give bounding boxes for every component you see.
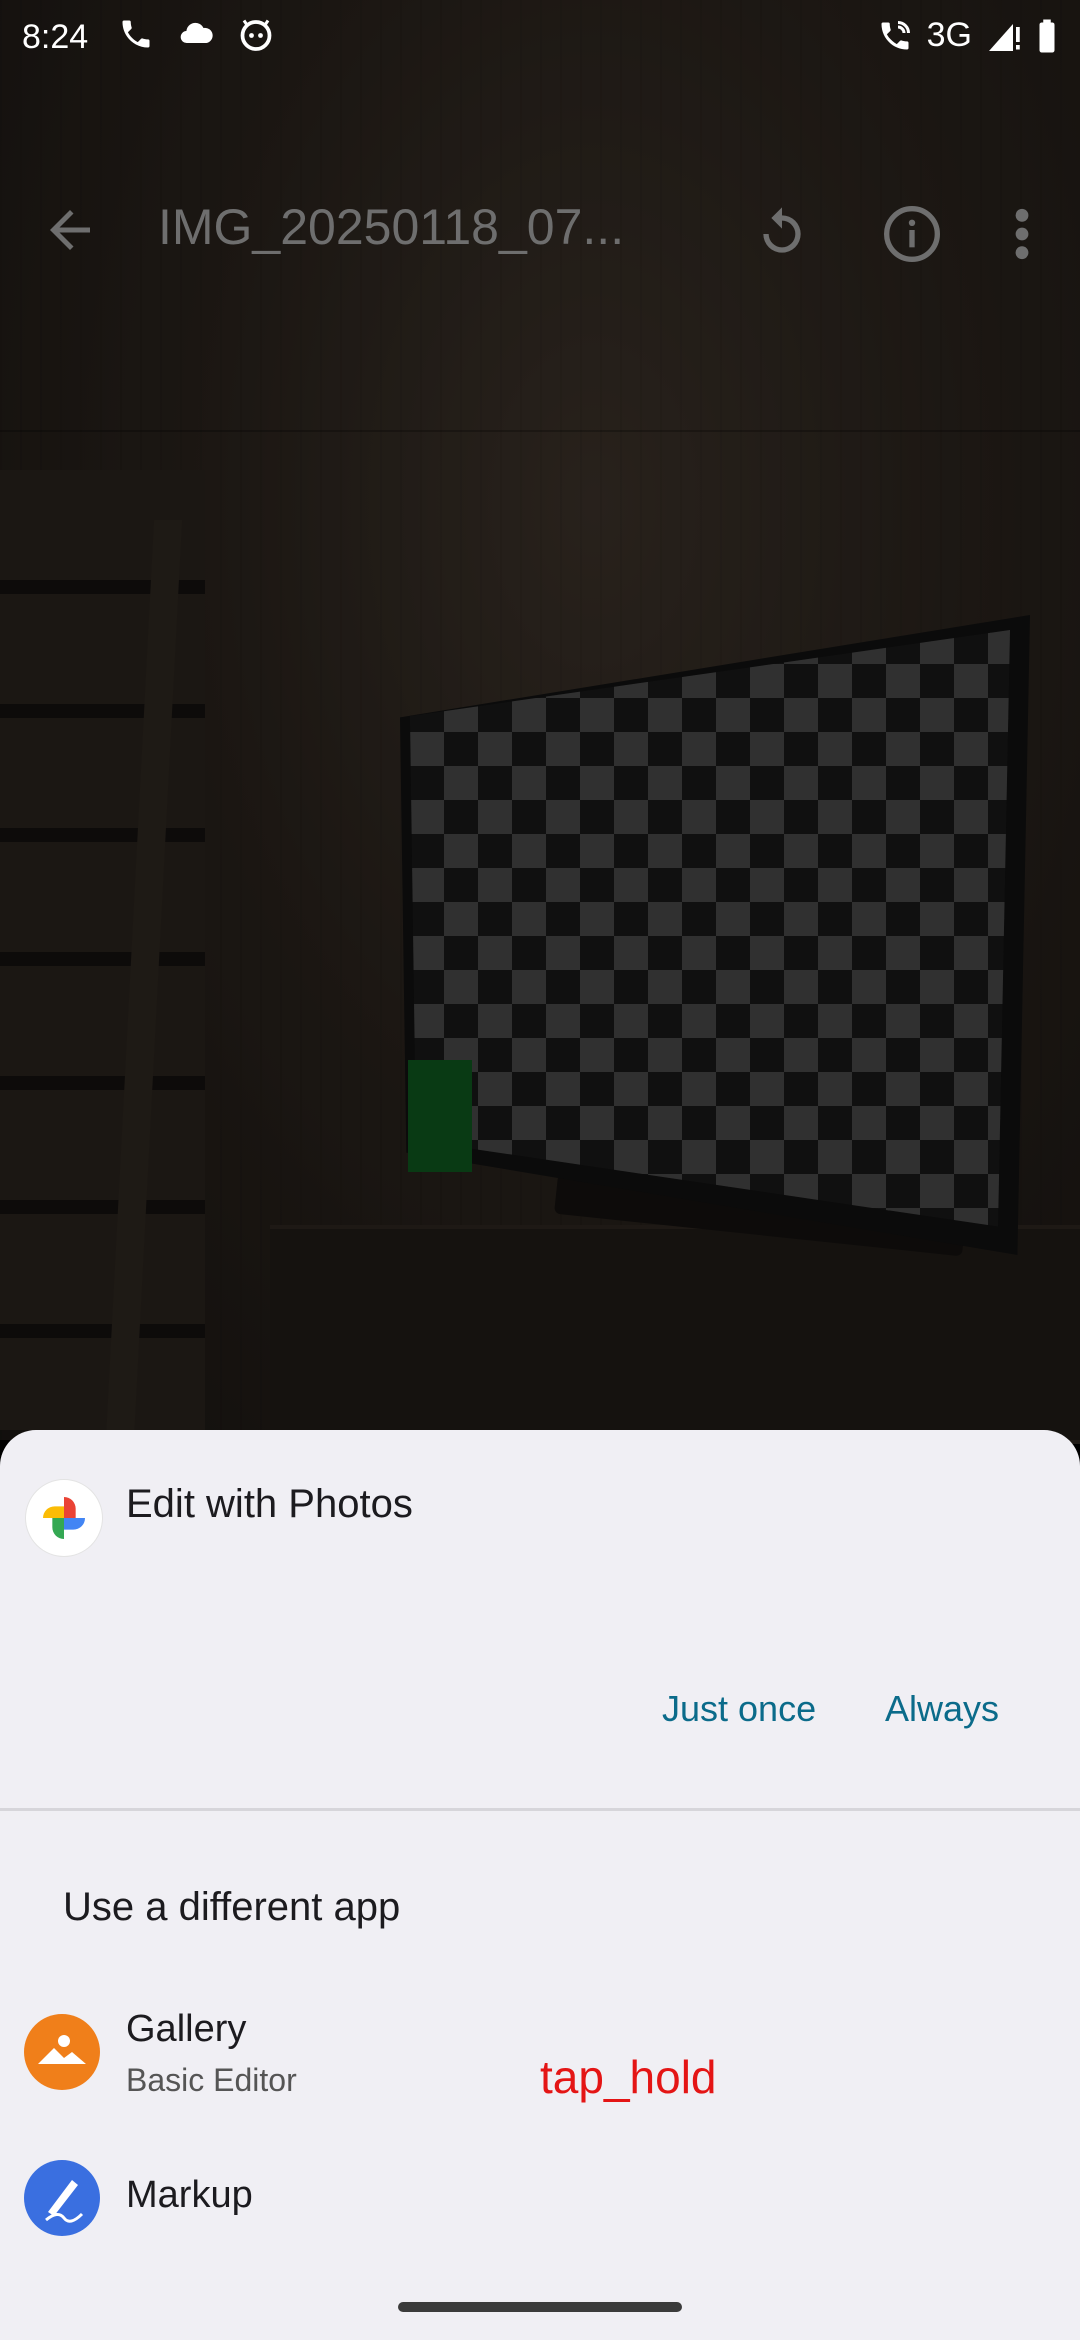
open-with-bottom-sheet: Edit with Photos Just once Always Use a … [0, 1430, 1080, 2340]
default-app-title: Edit with Photos [126, 1482, 413, 1526]
section-label: Use a different app [63, 1885, 401, 1929]
status-bar: 8:24 3G [0, 0, 1080, 74]
network-type: 3G [926, 16, 972, 54]
rotate-icon[interactable] [750, 202, 814, 266]
photo-app-bar: IMG_20250118_07... [0, 180, 1080, 275]
info-icon[interactable] [880, 202, 944, 266]
app-name: Markup [126, 2174, 253, 2216]
battery-icon [1039, 19, 1055, 52]
more-vert-icon[interactable] [1002, 202, 1042, 266]
google-photos-icon [26, 1480, 102, 1556]
gallery-icon [24, 2014, 100, 2090]
cloud-icon [180, 22, 213, 44]
just-once-button[interactable]: Just once [662, 1688, 816, 1730]
markup-icon [24, 2160, 100, 2236]
always-button[interactable]: Always [885, 1688, 999, 1730]
phone-icon [122, 20, 150, 48]
status-time: 8:24 [22, 18, 89, 56]
default-app-row[interactable] [26, 1480, 102, 1556]
divider [0, 1808, 1080, 1811]
photo-title: IMG_20250118_07... [158, 199, 625, 255]
android-icon [240, 19, 272, 51]
status-left-icons [118, 16, 274, 52]
back-arrow-icon[interactable] [40, 200, 100, 260]
app-name: Gallery [126, 2008, 247, 2050]
status-right-icons: 3G [877, 16, 1058, 55]
app-item-markup[interactable]: Markup [0, 2154, 1080, 2284]
wifi-call-icon [881, 20, 910, 49]
app-subtitle: Basic Editor [126, 2062, 297, 2098]
gesture-home-bar[interactable] [398, 2302, 682, 2312]
signal-icon [989, 23, 1020, 51]
action-annotation: tap_hold [540, 2051, 717, 2103]
